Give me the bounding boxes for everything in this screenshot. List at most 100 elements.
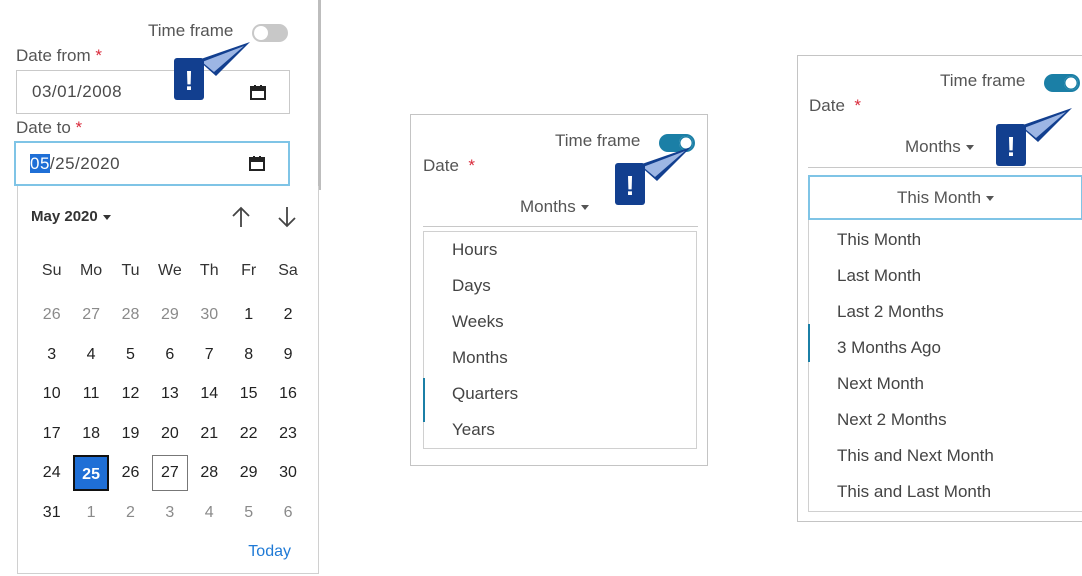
arrow-down-icon[interactable] bbox=[274, 204, 300, 230]
day-cell[interactable]: 2 bbox=[268, 295, 307, 335]
day-cell-selected[interactable]: 25 bbox=[71, 453, 110, 493]
week-row: 17 18 19 20 21 22 23 bbox=[32, 414, 308, 454]
weekday-label: Mo bbox=[79, 262, 103, 279]
svg-text:!: ! bbox=[184, 65, 193, 96]
weekday-label: Tu bbox=[121, 262, 140, 279]
today-link[interactable]: Today bbox=[248, 543, 291, 561]
option-last-month[interactable]: Last Month bbox=[837, 266, 921, 286]
chevron-down-icon bbox=[102, 214, 111, 220]
scroll-indicator bbox=[423, 378, 425, 422]
date-to-month-selected: 05 bbox=[30, 154, 50, 173]
day-cell[interactable]: 11 bbox=[71, 374, 110, 414]
option-months[interactable]: Months bbox=[452, 348, 508, 368]
option-this-and-next-month[interactable]: This and Next Month bbox=[837, 446, 994, 466]
day-cell[interactable]: 5 bbox=[111, 335, 150, 375]
option-last-2-months[interactable]: Last 2 Months bbox=[837, 302, 944, 322]
option-this-and-last-month[interactable]: This and Last Month bbox=[837, 482, 991, 502]
time-unit-panel: Time frame Date * Months ! Hours Days We… bbox=[410, 114, 708, 466]
day-cell[interactable]: 17 bbox=[32, 414, 71, 454]
day-cell[interactable]: 19 bbox=[111, 414, 150, 454]
day-cell[interactable]: 20 bbox=[150, 414, 189, 454]
option-years[interactable]: Years bbox=[452, 420, 495, 440]
day-cell[interactable]: 28 bbox=[111, 295, 150, 335]
day-cell[interactable]: 30 bbox=[190, 295, 229, 335]
alert-icon: ! bbox=[172, 38, 252, 104]
alert-icon: ! bbox=[994, 104, 1074, 170]
unit-dropdown[interactable]: Months bbox=[520, 197, 589, 217]
day-cell[interactable]: 24 bbox=[32, 453, 71, 493]
day-cell[interactable]: 13 bbox=[150, 374, 189, 414]
svg-text:!: ! bbox=[1006, 131, 1015, 162]
chevron-down-icon bbox=[986, 196, 995, 202]
day-cell[interactable]: 26 bbox=[32, 295, 71, 335]
option-next-2-months[interactable]: Next 2 Months bbox=[837, 410, 947, 430]
day-cell[interactable]: 8 bbox=[229, 335, 268, 375]
option-hours[interactable]: Hours bbox=[452, 240, 497, 260]
time-frame-toggle[interactable] bbox=[252, 24, 288, 42]
day-cell[interactable]: 23 bbox=[268, 414, 307, 454]
day-cell[interactable]: 27 bbox=[71, 295, 110, 335]
alert-icon: ! bbox=[613, 143, 693, 209]
divider bbox=[808, 167, 1082, 168]
day-cell[interactable]: 16 bbox=[268, 374, 307, 414]
divider bbox=[423, 226, 698, 227]
calendar-popup: May 2020 Su Mo Tu We Th Fr Sa 26 27 28 2… bbox=[17, 186, 319, 574]
scroll-indicator bbox=[808, 324, 810, 362]
option-this-month[interactable]: This Month bbox=[837, 230, 921, 250]
day-cell[interactable]: 3 bbox=[32, 335, 71, 375]
option-weeks[interactable]: Weeks bbox=[452, 312, 504, 332]
time-range-panel: Time frame Date * Months ! This Month Th… bbox=[797, 55, 1082, 522]
day-cell[interactable]: 28 bbox=[190, 453, 229, 493]
chevron-down-icon bbox=[580, 205, 589, 211]
day-cell[interactable]: 2 bbox=[111, 493, 150, 533]
day-cell[interactable]: 4 bbox=[190, 493, 229, 533]
date-range-panel: Time frame Date from * 03/01/2008 Date t… bbox=[0, 0, 322, 576]
calendar-icon[interactable] bbox=[250, 84, 266, 100]
calendar-grid: Su Mo Tu We Th Fr Sa 26 27 28 29 30 1 2 … bbox=[32, 256, 308, 532]
day-cell[interactable]: 10 bbox=[32, 374, 71, 414]
day-cell[interactable]: 6 bbox=[150, 335, 189, 375]
day-cell[interactable]: 1 bbox=[71, 493, 110, 533]
chevron-down-icon bbox=[965, 145, 974, 151]
unit-dropdown[interactable]: Months bbox=[905, 137, 974, 157]
day-cell[interactable]: 5 bbox=[229, 493, 268, 533]
day-cell[interactable]: 6 bbox=[268, 493, 307, 533]
range-dropdown[interactable]: This Month bbox=[808, 175, 1082, 220]
day-cell[interactable]: 26 bbox=[111, 453, 150, 493]
day-cell[interactable]: 7 bbox=[190, 335, 229, 375]
day-cell[interactable]: 4 bbox=[71, 335, 110, 375]
arrow-up-icon[interactable] bbox=[228, 204, 254, 230]
month-year-selector[interactable]: May 2020 bbox=[31, 208, 111, 225]
week-row: 3 4 5 6 7 8 9 bbox=[32, 335, 308, 375]
week-row: 10 11 12 13 14 15 16 bbox=[32, 374, 308, 414]
date-to-input[interactable]: 05/25/2020 bbox=[14, 141, 290, 186]
day-cell[interactable]: 29 bbox=[150, 295, 189, 335]
day-cell[interactable]: 3 bbox=[150, 493, 189, 533]
weekday-label: Fr bbox=[241, 262, 257, 279]
day-cell[interactable]: 12 bbox=[111, 374, 150, 414]
day-cell[interactable]: 22 bbox=[229, 414, 268, 454]
option-days[interactable]: Days bbox=[452, 276, 491, 296]
option-3-months-ago[interactable]: 3 Months Ago bbox=[837, 338, 941, 358]
weekday-header-row: Su Mo Tu We Th Fr Sa bbox=[32, 256, 308, 286]
day-cell[interactable]: 21 bbox=[190, 414, 229, 454]
day-cell[interactable]: 18 bbox=[71, 414, 110, 454]
day-cell[interactable]: 31 bbox=[32, 493, 71, 533]
day-cell[interactable]: 15 bbox=[229, 374, 268, 414]
date-from-label: Date from * bbox=[16, 46, 102, 65]
time-frame-label: Time frame bbox=[940, 71, 1026, 90]
day-cell[interactable]: 14 bbox=[190, 374, 229, 414]
date-to-rest: /25/2020 bbox=[49, 154, 121, 173]
day-cell[interactable]: 29 bbox=[229, 453, 268, 493]
day-cell-today[interactable]: 27 bbox=[150, 453, 189, 493]
option-next-month[interactable]: Next Month bbox=[837, 374, 924, 394]
unit-options-list: Hours Days Weeks Months Quarters Years bbox=[423, 231, 697, 449]
day-cell[interactable]: 9 bbox=[268, 335, 307, 375]
calendar-icon[interactable] bbox=[249, 155, 265, 171]
day-cell[interactable]: 1 bbox=[229, 295, 268, 335]
svg-text:!: ! bbox=[625, 170, 634, 201]
time-frame-toggle[interactable] bbox=[1044, 74, 1080, 92]
day-cell[interactable]: 30 bbox=[268, 453, 307, 493]
option-quarters[interactable]: Quarters bbox=[452, 384, 518, 404]
week-row: 31 1 2 3 4 5 6 bbox=[32, 493, 308, 533]
